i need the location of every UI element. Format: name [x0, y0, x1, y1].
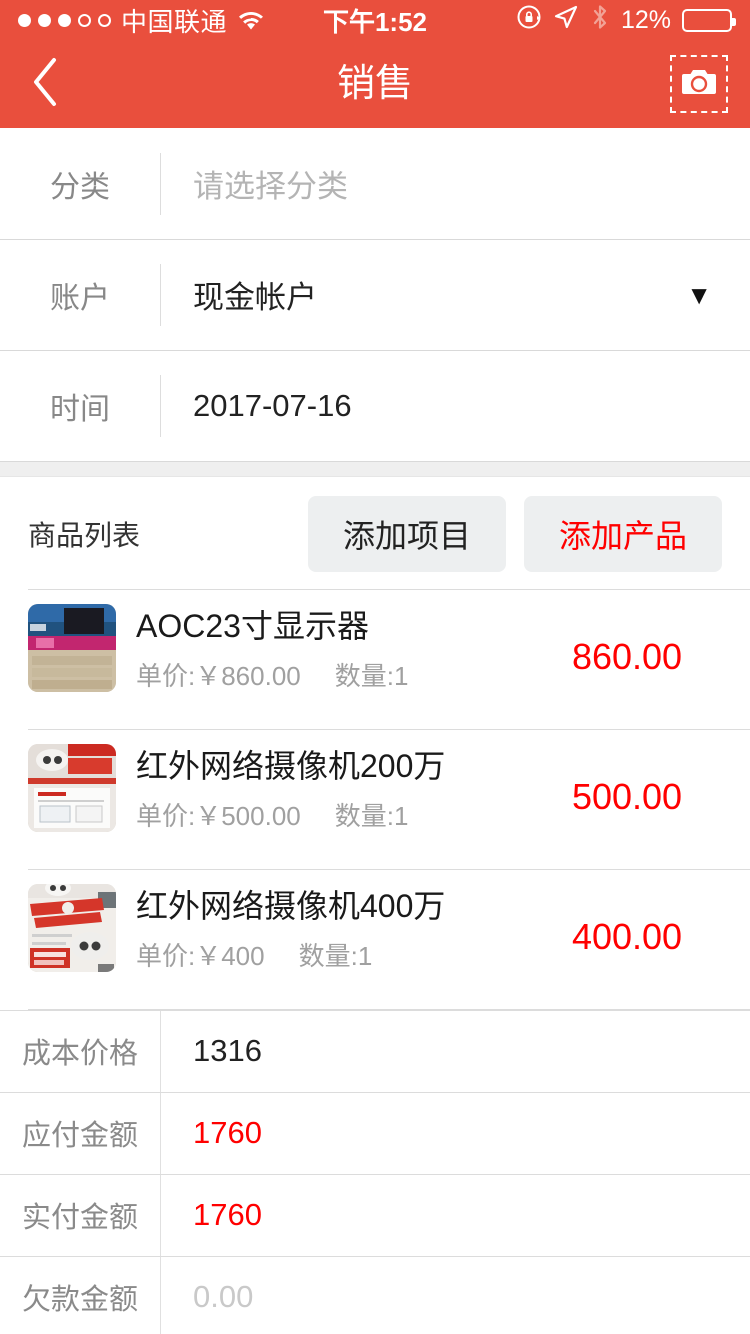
product-row[interactable]: AOC23寸显示器 单价:￥860.00 数量:1 860.00 [0, 590, 750, 730]
goods-header-actions: 添加项目 添加产品 [308, 495, 722, 572]
category-input[interactable]: 请选择分类 [161, 161, 750, 206]
product-thumbnail[interactable] [28, 744, 116, 832]
chevron-left-icon [30, 56, 60, 113]
cost-price-value[interactable]: 1316 [161, 1033, 750, 1069]
product-unit-price: 单价:￥500.00 [136, 801, 301, 831]
account-select-value[interactable]: 现金帐户 [161, 272, 686, 317]
product-info: 红外网络摄像机400万 单价:￥400 数量:1 [116, 884, 532, 973]
app-screen: 中国联通 下午1:52 12% 销售 分类 请选择分类 账户 现金帐户 ▼ 时间… [0, 0, 750, 1334]
date-input[interactable]: 2017-07-16 [161, 388, 750, 424]
goods-list-header: 商品列表 添加项目 添加产品 [0, 477, 750, 590]
status-bar-left: 中国联通 [18, 2, 265, 39]
product-name: 红外网络摄像机200万 [136, 748, 446, 784]
summary-row-debt[interactable]: 欠款金额 0.00 [0, 1256, 750, 1334]
product-meta: 单价:￥860.00 数量:1 [136, 656, 532, 693]
paid-amount-value[interactable]: 1760 [161, 1197, 750, 1233]
product-quantity: 数量:1 [334, 661, 409, 691]
summary-row-cost-price[interactable]: 成本价格 1316 [0, 1010, 750, 1092]
signal-strength-dots [18, 13, 111, 27]
add-item-button[interactable]: 添加项目 [308, 495, 506, 572]
section-separator-band [0, 461, 750, 477]
back-button[interactable] [0, 40, 90, 128]
product-meta: 单价:￥500.00 数量:1 [136, 796, 532, 833]
signal-dot-2 [38, 13, 51, 27]
form-row-category[interactable]: 分类 请选择分类 [0, 128, 750, 239]
product-amount: 860.00 [571, 636, 683, 677]
summary-row-payable[interactable]: 应付金额 1760 [0, 1092, 750, 1174]
product-name: 红外网络摄像机400万 [136, 888, 446, 924]
product-thumbnail[interactable] [28, 884, 116, 972]
goods-list-title: 商品列表 [28, 519, 141, 551]
summary-section: 成本价格 1316 应付金额 1760 实付金额 1760 欠款金额 0.00 [0, 1010, 750, 1334]
signal-dot-4 [78, 13, 91, 27]
product-quantity: 数量:1 [334, 801, 409, 831]
battery-percent-label: 12% [620, 5, 671, 34]
product-info: 红外网络摄像机200万 单价:￥500.00 数量:1 [116, 744, 532, 833]
carrier-label: 中国联通 [121, 6, 228, 37]
navigation-bar: 销售 [0, 40, 750, 128]
product-amount: 500.00 [571, 776, 683, 817]
form-label-account: 账户 [50, 281, 110, 315]
summary-label-payable: 应付金额 [21, 1120, 138, 1152]
chevron-down-icon[interactable]: ▼ [686, 282, 712, 308]
product-unit-price: 单价:￥860.00 [136, 661, 301, 691]
product-quantity: 数量:1 [298, 941, 373, 971]
product-row[interactable]: 红外网络摄像机400万 单价:￥400 数量:1 400.00 [0, 870, 750, 1010]
add-product-button[interactable]: 添加产品 [524, 495, 722, 572]
status-bar-right: 12% [516, 4, 736, 37]
status-bar: 中国联通 下午1:52 12% [0, 0, 750, 40]
camera-icon [680, 67, 718, 102]
summary-label-paid: 实付金额 [21, 1202, 138, 1234]
bluetooth-icon [590, 4, 610, 37]
signal-dot-1 [18, 13, 31, 27]
signal-dot-3 [58, 13, 71, 27]
product-amount: 400.00 [571, 916, 683, 957]
form-section: 分类 请选择分类 账户 现金帐户 ▼ 时间 2017-07-16 [0, 128, 750, 461]
wifi-icon [237, 9, 265, 31]
summary-label-cost-price: 成本价格 [21, 1038, 138, 1070]
debt-amount-value[interactable]: 0.00 [161, 1279, 750, 1315]
product-row[interactable]: 红外网络摄像机200万 单价:￥500.00 数量:1 500.00 [0, 730, 750, 870]
page-title: 销售 [336, 63, 413, 105]
product-name: AOC23寸显示器 [136, 608, 369, 644]
battery-icon [682, 8, 736, 32]
signal-dot-5 [98, 13, 111, 27]
product-thumbnail[interactable] [28, 604, 116, 692]
location-arrow-icon [553, 4, 579, 37]
form-row-date[interactable]: 时间 2017-07-16 [0, 350, 750, 461]
rotation-lock-icon [516, 4, 542, 37]
form-label-category: 分类 [50, 170, 110, 204]
product-info: AOC23寸显示器 单价:￥860.00 数量:1 [116, 604, 532, 693]
payable-amount-value[interactable]: 1760 [161, 1115, 750, 1151]
camera-button[interactable] [670, 55, 728, 113]
summary-row-paid[interactable]: 实付金额 1760 [0, 1174, 750, 1256]
product-unit-price: 单价:￥400 [136, 941, 265, 971]
form-label-date: 时间 [50, 392, 110, 426]
product-meta: 单价:￥400 数量:1 [136, 936, 532, 973]
summary-label-debt: 欠款金额 [21, 1284, 138, 1316]
form-row-account[interactable]: 账户 现金帐户 ▼ [0, 239, 750, 350]
